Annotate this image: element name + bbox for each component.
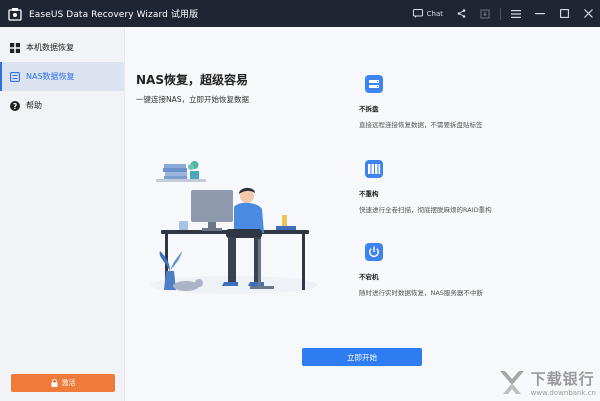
sidebar-item-nas-recovery[interactable]: NAS数据恢复 [0,62,124,91]
raid-icon [365,160,383,178]
sidebar: 本机数据恢复 NAS数据恢复 ? 帮助 激活 [0,27,125,401]
feature-no-disassembly: 不拆盘 直接远程连接恢复数据，不需要拆盘贴标签 [359,74,599,129]
watermark-url: www.downbank.cn [530,388,596,397]
window-title: EaseUS Data Recovery Wizard 试用版 [29,10,199,20]
feature-desc: 快速进行全卷扫描，彻底摆脱麻烦的RAID重构 [359,206,492,214]
feature-title: 不拆盘 [359,105,379,113]
feature-no-rebuild: 不重构 快速进行全卷扫描，彻底摆脱麻烦的RAID重构 [359,159,599,214]
close-icon [583,9,593,18]
minimize-icon [535,12,545,14]
nas-drive-icon [365,75,383,93]
page-title: NAS恢复，超级容易 [136,73,248,87]
watermark-name: 下载银行 [530,369,595,388]
import-icon [480,9,490,18]
share-button[interactable] [449,0,473,27]
share-icon [457,9,465,18]
grid-icon [10,42,20,53]
sidebar-item-label: 本机数据恢复 [26,43,74,52]
start-button[interactable]: 立即开始 [302,348,422,366]
nas-icon [10,71,20,82]
feature-title: 不宕机 [359,273,379,281]
close-button[interactable] [576,0,600,27]
watermark-logo-icon [499,371,524,394]
main-panel: NAS恢复，超级容易 一键连接NAS，立即开始恢复数据 不拆盘 直接远程连接恢复… [126,27,600,401]
menu-button[interactable] [504,0,528,27]
feature-title: 不重构 [359,190,379,198]
feature-desc: 直接远程连接恢复数据，不需要拆盘贴标签 [359,121,483,129]
power-icon [365,243,383,261]
feature-desc: 随时进行实时数据恢复，NAS服务器不中断 [359,289,483,297]
feature-no-downtime: 不宕机 随时进行实时数据恢复，NAS服务器不中断 [359,242,599,297]
sidebar-item-local-recovery[interactable]: 本机数据恢复 [0,33,124,62]
sidebar-item-help[interactable]: ? 帮助 [0,91,124,120]
lock-icon [51,379,57,387]
nas-illustration [150,161,318,294]
import-button[interactable] [473,0,497,27]
chat-label: Chat [426,9,443,18]
svg-text:?: ? [13,101,17,110]
app-logo-icon [8,7,22,21]
activate-button[interactable]: 激活 [11,374,115,392]
help-icon: ? [10,100,20,111]
maximize-button[interactable] [552,0,576,27]
maximize-icon [559,9,569,18]
activate-label: 激活 [61,379,76,387]
titlebar-separator [500,7,501,20]
minimize-button[interactable] [528,0,552,27]
title-bar: EaseUS Data Recovery Wizard 试用版 Chat [0,0,600,27]
watermark: 下载银行 www.downbank.cn [497,367,596,397]
page-subtitle: 一键连接NAS，立即开始恢复数据 [136,95,250,104]
chat-button[interactable]: Chat [407,0,449,27]
sidebar-item-label: 帮助 [26,101,42,110]
sidebar-item-label: NAS数据恢复 [26,72,75,81]
chat-icon [412,9,423,18]
menu-icon [511,9,521,18]
